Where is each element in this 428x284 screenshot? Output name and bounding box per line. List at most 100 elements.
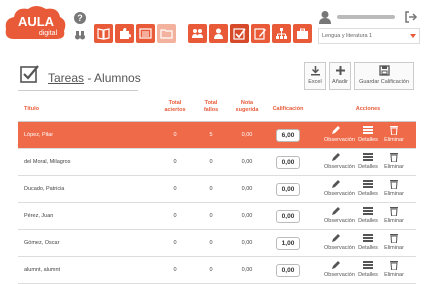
- subject-select[interactable]: Lengua y literatura 1: [318, 28, 420, 44]
- edit-note-icon[interactable]: [251, 24, 270, 43]
- details-button[interactable]: Detalles: [356, 260, 380, 278]
- delete-button[interactable]: Eliminar: [382, 179, 406, 197]
- observation-button[interactable]: Observación: [324, 152, 355, 170]
- add-button[interactable]: Añadir: [329, 62, 351, 90]
- total-fails: 5: [209, 132, 213, 138]
- delete-label: Eliminar: [384, 245, 404, 251]
- hierarchy-icon[interactable]: [272, 24, 291, 43]
- details-button[interactable]: Detalles: [356, 125, 380, 143]
- header-total-correct-line2: aciertos: [164, 107, 186, 113]
- details-button[interactable]: Detalles: [356, 179, 380, 197]
- grade-input[interactable]: 6,00: [276, 129, 300, 142]
- list-icon: [363, 126, 373, 134]
- delete-button[interactable]: Eliminar: [382, 206, 406, 224]
- table-row[interactable]: Ducado, Patricia 0 0 0,00 0,00 Observación Det…: [18, 176, 416, 203]
- logo-text-digital: digital: [39, 30, 58, 37]
- table-row[interactable]: Pérez, Juan 0 0 0,00 0,00 Observación Detalles…: [18, 203, 416, 230]
- details-button[interactable]: Detalles: [356, 233, 380, 251]
- observation-label: Observación: [324, 191, 355, 197]
- header: AULA digital ? Lengua y literatura 1: [0, 0, 428, 52]
- grade-input[interactable]: 0,00: [276, 156, 300, 169]
- header-total-fails-line2: fallos: [203, 107, 219, 113]
- header-total-fails[interactable]: Total fallos: [196, 100, 226, 114]
- group-users-icon[interactable]: [188, 24, 207, 43]
- download-icon: [310, 66, 320, 76]
- grade-input[interactable]: 0,00: [276, 264, 300, 277]
- book-icon[interactable]: [94, 24, 113, 43]
- header-suggested-grade[interactable]: Nota sugerida: [232, 100, 262, 114]
- observation-button[interactable]: Observación: [324, 233, 355, 251]
- help-icon[interactable]: ?: [74, 12, 86, 24]
- briefcase-icon[interactable]: [293, 24, 312, 43]
- suggested-grade: 0,00: [241, 267, 253, 273]
- pencil-icon: [332, 180, 340, 188]
- chevron-down-icon: [410, 34, 416, 38]
- delete-button[interactable]: Eliminar: [382, 125, 406, 143]
- delete-label: Eliminar: [384, 191, 404, 197]
- student-name: López, Pilar: [24, 132, 54, 138]
- delete-button[interactable]: Eliminar: [382, 260, 406, 278]
- total-correct: 0: [173, 213, 177, 219]
- details-button[interactable]: Detalles: [356, 152, 380, 170]
- details-label: Detalles: [358, 218, 378, 224]
- suggested-grade: 0,00: [241, 186, 253, 192]
- total-correct: 0: [173, 159, 177, 165]
- list-icon: [363, 261, 373, 269]
- delete-button[interactable]: Eliminar: [382, 152, 406, 170]
- student-name: Pérez, Juan: [24, 213, 54, 219]
- trash-icon: [390, 153, 398, 162]
- header-title[interactable]: Título: [24, 106, 39, 113]
- header-grade[interactable]: Calificación: [270, 106, 306, 113]
- table-header: Título Total aciertos Total fallos Nota …: [18, 100, 416, 122]
- observation-button[interactable]: Observación: [324, 260, 355, 278]
- trash-icon: [390, 126, 398, 135]
- observation-label: Observación: [324, 137, 355, 143]
- excel-button[interactable]: Excel: [304, 62, 326, 90]
- table-row[interactable]: del Moral, Milagros 0 0 0,00 0,00 Observación…: [18, 149, 416, 176]
- table-row[interactable]: López, Pilar 0 5 0,00 6,00 Observación Detalle…: [18, 122, 416, 149]
- details-label: Detalles: [358, 272, 378, 278]
- observation-button[interactable]: Observación: [324, 179, 355, 197]
- list-window-icon[interactable]: [136, 24, 155, 43]
- tasks-check-icon: [20, 65, 39, 83]
- delete-label: Eliminar: [384, 218, 404, 224]
- header-actions: Acciones: [355, 106, 381, 112]
- table-row[interactable]: alumnt, alumnt 0 0 0,00 0,00 Observación Detal…: [18, 257, 416, 284]
- header-total-correct[interactable]: Total aciertos: [160, 100, 190, 114]
- suggested-grade: 0,00: [241, 159, 253, 165]
- details-label: Detalles: [358, 245, 378, 251]
- details-button[interactable]: Detalles: [356, 206, 380, 224]
- table-row[interactable]: Gómez, Oscar 0 0 0,00 1,00 Observación Detalle…: [18, 230, 416, 257]
- folder-icon[interactable]: [157, 24, 176, 43]
- total-fails: 0: [209, 267, 213, 273]
- grade-input[interactable]: 0,00: [276, 210, 300, 223]
- toolbar-group-classroom: [188, 24, 314, 44]
- utility-icons: ?: [74, 12, 88, 46]
- grade-input[interactable]: 0,00: [276, 183, 300, 196]
- trash-icon: [390, 180, 398, 189]
- save-grade-button[interactable]: Guardar Calificación: [354, 62, 414, 90]
- delete-button[interactable]: Eliminar: [382, 233, 406, 251]
- breadcrumb-tareas-link[interactable]: Tareas: [48, 71, 84, 85]
- tasks-check-icon[interactable]: [230, 24, 249, 43]
- delete-label: Eliminar: [384, 272, 404, 278]
- puzzle-icon[interactable]: [115, 24, 134, 43]
- suggested-grade: 0,00: [241, 240, 253, 246]
- pencil-icon: [332, 153, 340, 161]
- trash-icon: [390, 261, 398, 270]
- total-fails: 0: [209, 213, 213, 219]
- details-label: Detalles: [358, 191, 378, 197]
- user-avatar-icon[interactable]: [318, 10, 332, 24]
- pencil-icon: [332, 207, 340, 215]
- observation-button[interactable]: Observación: [324, 125, 355, 143]
- logout-icon[interactable]: [404, 10, 418, 24]
- save-grade-button-label: Guardar Calificación: [359, 79, 409, 85]
- title-bar: Tareas - Alumnos Excel Añadir Guardar Ca…: [18, 62, 416, 92]
- subject-select-value: Lengua y literatura 1: [322, 33, 373, 39]
- binoculars-icon[interactable]: [74, 29, 86, 41]
- user-icon[interactable]: [209, 24, 228, 43]
- aula-digital-logo[interactable]: AULA digital: [4, 3, 68, 43]
- observation-button[interactable]: Observación: [324, 206, 355, 224]
- grade-input[interactable]: 1,00: [276, 237, 300, 250]
- observation-label: Observación: [324, 218, 355, 224]
